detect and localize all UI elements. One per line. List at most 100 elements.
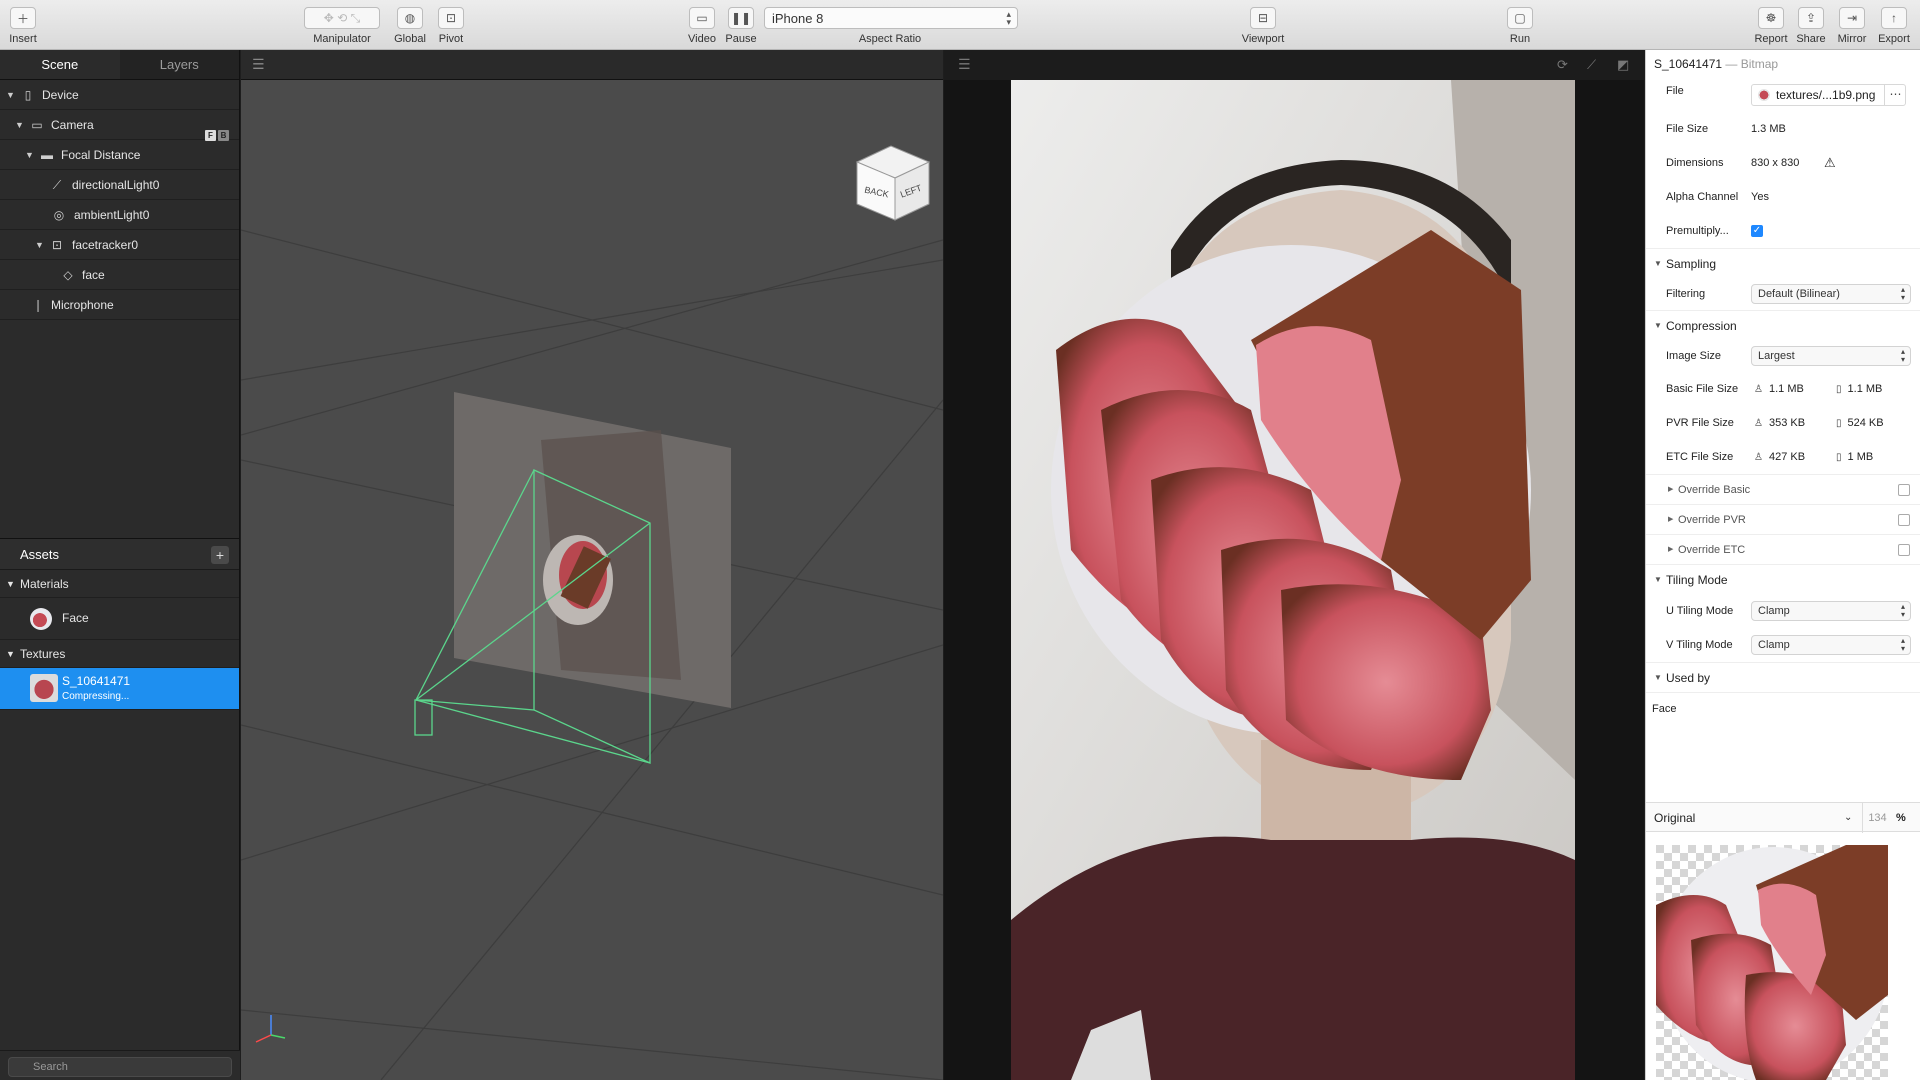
disclosure-triangle-icon[interactable]: ▶ xyxy=(1668,505,1673,535)
mirror-icon[interactable]: ⇥ xyxy=(1839,7,1865,29)
viewport-icon[interactable]: ⊟ xyxy=(1250,7,1276,29)
report-tool[interactable]: ☸ Report xyxy=(1752,7,1790,45)
override-etc-row[interactable]: ▶ Override ETC xyxy=(1646,534,1920,564)
disclosure-triangle-icon[interactable]: ▼ xyxy=(1654,565,1662,595)
file-field[interactable]: textures/...1b9.png xyxy=(1751,84,1906,106)
disclosure-triangle-icon[interactable]: ▼ xyxy=(35,230,44,260)
tiling-section[interactable]: ▼ Tiling Mode xyxy=(1646,564,1920,594)
compression-section[interactable]: ▼ Compression xyxy=(1646,310,1920,340)
override-basic-row[interactable]: ▶ Override Basic xyxy=(1646,474,1920,504)
assets-title: Assets xyxy=(20,547,60,562)
override-pvr-checkbox[interactable] xyxy=(1898,514,1910,526)
override-etc-checkbox[interactable] xyxy=(1898,544,1910,556)
share-icon[interactable]: ⇪ xyxy=(1798,7,1824,29)
video-label: Video xyxy=(688,33,716,45)
used-by-item[interactable]: Face xyxy=(1652,703,1676,715)
disclosure-triangle-icon[interactable]: ▼ xyxy=(25,140,34,170)
disclosure-triangle-icon[interactable]: ▼ xyxy=(6,80,15,110)
scene-item-camera[interactable]: ▼ ▭ Camera FB xyxy=(0,110,239,141)
scene-item-device[interactable]: ▼ ▯ Device xyxy=(0,80,239,110)
override-basic-checkbox[interactable] xyxy=(1898,484,1910,496)
v-tiling-select[interactable]: Clamp ▴ ▾ xyxy=(1751,635,1911,655)
left-panel: Scene Layers ▼ ▯ Device ▼ ▭ Camera FB ▼ … xyxy=(0,50,240,1080)
scene-item-directional-light[interactable]: ⟋ directionalLight0 xyxy=(0,170,239,200)
menu-icon[interactable]: ☰ xyxy=(958,56,971,73)
mirror-tool[interactable]: ⇥ Mirror xyxy=(1834,7,1870,45)
sampling-section[interactable]: ▼ Sampling xyxy=(1646,248,1920,278)
disclosure-triangle-icon[interactable]: ▼ xyxy=(1654,249,1662,279)
export-tool[interactable]: ↑ Export xyxy=(1876,7,1912,45)
preview-zoom-input[interactable]: 134 xyxy=(1862,803,1892,833)
device-select[interactable]: iPhone 8 ▴ ▾ xyxy=(764,7,1018,29)
disclosure-triangle-icon[interactable]: ▼ xyxy=(6,640,15,668)
scene-item-ambient-light[interactable]: ◎ ambientLight0 xyxy=(0,200,239,230)
chevron-down-icon[interactable]: ⌄ xyxy=(1844,803,1852,833)
file-more-button[interactable]: ⋯ xyxy=(1884,84,1906,106)
add-asset-button[interactable]: + xyxy=(211,546,229,564)
tab-scene[interactable]: Scene xyxy=(0,50,120,79)
viewport-canvas[interactable]: BACK LEFT xyxy=(241,80,943,1080)
run-tool[interactable]: ▢ Run xyxy=(1504,7,1536,45)
plus-icon[interactable]: ＋ xyxy=(10,7,36,29)
disclosure-triangle-icon[interactable]: ▼ xyxy=(1654,663,1662,693)
pivot-tool[interactable]: ⊡ Pivot xyxy=(432,7,470,45)
premultiply-checkbox[interactable]: ✓ xyxy=(1751,225,1763,237)
viewport-tool[interactable]: ⊟ Viewport xyxy=(1236,7,1290,45)
scene-item-focal-distance[interactable]: ▼ ▬ Focal Distance xyxy=(0,140,239,170)
touch-icon[interactable]: ⟋ xyxy=(1587,57,1596,73)
scene-item-microphone[interactable]: ❘ Microphone xyxy=(0,290,239,320)
textures-section[interactable]: ▼ Textures xyxy=(0,640,239,668)
insert-tool[interactable]: ＋ Insert xyxy=(6,7,40,45)
disclosure-triangle-icon[interactable]: ▶ xyxy=(1668,475,1673,505)
tab-layers[interactable]: Layers xyxy=(120,50,240,79)
preview-mode-select[interactable]: Original xyxy=(1654,803,1695,833)
pivot-icon[interactable]: ⊡ xyxy=(438,7,464,29)
image-size-select[interactable]: Largest ▴ ▾ xyxy=(1751,346,1911,366)
global-label: Global xyxy=(394,33,426,45)
scene-item-face[interactable]: ◇ face xyxy=(0,260,239,290)
run-icon[interactable]: ▢ xyxy=(1507,7,1533,29)
pause-tool[interactable]: ❚❚ Pause xyxy=(724,7,758,45)
menu-icon[interactable]: ☰ xyxy=(252,56,265,73)
material-name: Face xyxy=(62,611,89,625)
material-item-face[interactable]: Face xyxy=(0,598,239,640)
pause-icon[interactable]: ❚❚ xyxy=(728,7,754,29)
share-tool[interactable]: ⇪ Share xyxy=(1794,7,1828,45)
bug-icon[interactable]: ☸ xyxy=(1758,7,1784,29)
pivot-label: Pivot xyxy=(438,33,464,45)
search-input[interactable]: Search xyxy=(8,1057,232,1077)
report-label: Report xyxy=(1754,33,1788,45)
simulator-screen[interactable] xyxy=(1011,80,1575,1080)
warning-icon[interactable]: ⚠ xyxy=(1824,146,1836,180)
disclosure-triangle-icon[interactable]: ▼ xyxy=(6,570,15,598)
simulator-panel[interactable]: ☰ ⟳ ⟋ ◩ xyxy=(944,50,1644,1080)
global-tool[interactable]: ◍ Global xyxy=(391,7,429,45)
texture-item-selected[interactable]: S_10641471 Compressing... xyxy=(0,668,239,710)
orientation-cube[interactable]: BACK LEFT xyxy=(855,145,931,221)
phone-icon: ▯ xyxy=(24,88,32,102)
disclosure-triangle-icon[interactable]: ▶ xyxy=(1668,535,1673,565)
share-label: Share xyxy=(1796,33,1826,45)
export-icon[interactable]: ↑ xyxy=(1881,7,1907,29)
video-tool[interactable]: ▭ Video xyxy=(686,7,718,45)
u-tiling-select[interactable]: Clamp ▴ ▾ xyxy=(1751,601,1911,621)
disclosure-triangle-icon[interactable]: ▼ xyxy=(15,110,24,140)
materials-section[interactable]: ▼ Materials xyxy=(0,570,239,598)
scene-viewport[interactable]: ☰ BACK LEFT xyxy=(241,50,943,1080)
globe-icon[interactable]: ◍ xyxy=(397,7,423,29)
video-icon[interactable]: ▭ xyxy=(689,7,715,29)
chevron-updown-icon: ▴ ▾ xyxy=(1900,602,1905,619)
override-pvr-row[interactable]: ▶ Override PVR xyxy=(1646,504,1920,534)
filtering-select[interactable]: Default (Bilinear) ▴ ▾ xyxy=(1751,284,1911,304)
android-icon: ♙ xyxy=(1754,384,1763,395)
disclosure-triangle-icon[interactable]: ▼ xyxy=(1654,311,1662,341)
resize-icon[interactable]: ◩ xyxy=(1617,57,1629,73)
scene-item-facetracker[interactable]: ▼ ⊡ facetracker0 xyxy=(0,230,239,260)
refresh-icon[interactable]: ⟳ xyxy=(1557,57,1568,73)
asset-type: — Bitmap xyxy=(1725,57,1779,71)
scene-item-label: face xyxy=(82,268,105,282)
used-by-section[interactable]: ▼ Used by xyxy=(1646,662,1920,692)
tiling-title: Tiling Mode xyxy=(1666,573,1728,587)
manipulator-icons[interactable]: ✥ ⟲ ⤡ xyxy=(304,7,380,29)
manipulator-tool[interactable]: ✥ ⟲ ⤡ Manipulator xyxy=(300,7,384,45)
